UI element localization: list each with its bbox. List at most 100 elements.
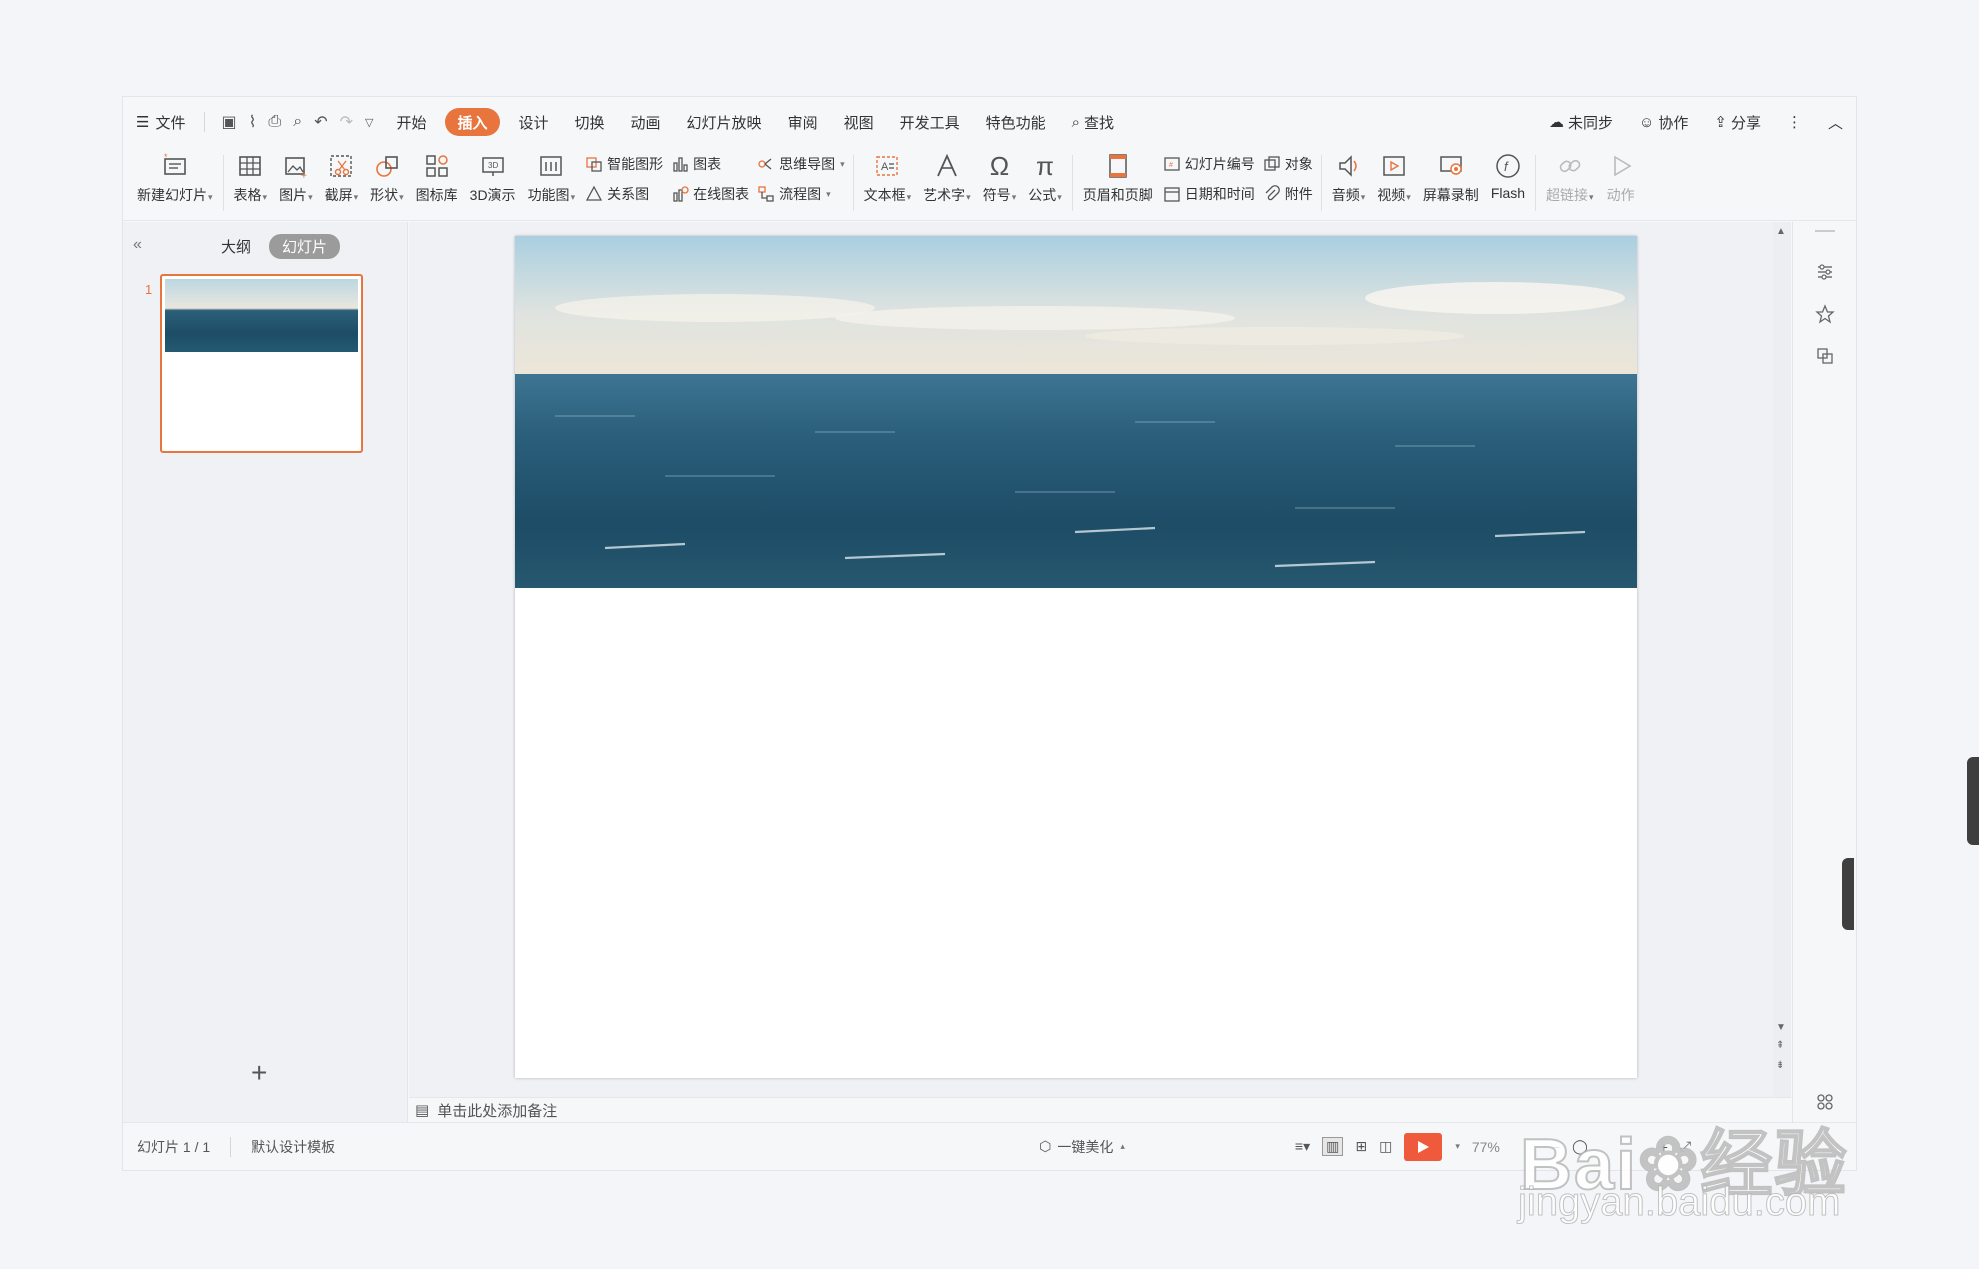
reading-view-icon[interactable]: ◫ bbox=[1379, 1138, 1392, 1155]
tab-insert[interactable]: 插入 bbox=[445, 108, 500, 136]
relation-button[interactable]: 关系图 bbox=[585, 183, 663, 205]
wordart-label: 艺术字 bbox=[923, 187, 966, 203]
slide-number-button[interactable]: # 幻灯片编号 bbox=[1163, 153, 1255, 175]
object-button[interactable]: 对象 bbox=[1263, 153, 1313, 175]
save-icon[interactable]: ▣ bbox=[221, 112, 236, 132]
notes-toggle-icon[interactable]: ≡▾ bbox=[1295, 1138, 1310, 1155]
collab-button[interactable]: ☺ 协作 bbox=[1626, 108, 1701, 136]
play-options-icon[interactable]: ▾ bbox=[1455, 1141, 1460, 1152]
add-slide-icon[interactable]: + bbox=[251, 1057, 267, 1089]
print-icon[interactable]: ⎙ bbox=[268, 113, 281, 131]
function-chart-button[interactable]: 功能图▾ bbox=[522, 147, 582, 205]
hyperlink-button[interactable]: 超链接▾ bbox=[1540, 147, 1600, 205]
tab-design[interactable]: 设计 bbox=[506, 108, 562, 136]
collapse-panel-icon[interactable]: « bbox=[133, 236, 142, 254]
apps-grid-icon[interactable] bbox=[1815, 1092, 1835, 1112]
screenshot-button[interactable]: 截屏▾ bbox=[319, 147, 365, 205]
new-slide-button[interactable]: * 新建幻灯片▾ bbox=[131, 147, 219, 205]
picture-button[interactable]: + 图片▾ bbox=[273, 147, 319, 205]
formula-button[interactable]: π 公式▾ bbox=[1022, 147, 1068, 205]
flowchart-button[interactable]: 流程图 ▾ bbox=[757, 183, 845, 205]
shape-button[interactable]: 形状▾ bbox=[364, 147, 410, 205]
zoom-slider-knob[interactable]: ◯ bbox=[1572, 1138, 1588, 1155]
slide-sorter-icon[interactable]: ⊞ bbox=[1355, 1138, 1367, 1155]
tab-review[interactable]: 审阅 bbox=[775, 108, 831, 136]
settings-sliders-icon[interactable] bbox=[1815, 262, 1835, 282]
svg-text:#: # bbox=[1169, 162, 1173, 169]
screenshot-label: 截屏 bbox=[324, 187, 353, 203]
undo-icon[interactable]: ↶ bbox=[314, 112, 327, 132]
tab-developer[interactable]: 开发工具 bbox=[887, 108, 973, 136]
3d-demo-label: 3D演示 bbox=[469, 187, 516, 203]
zoom-in-icon[interactable]: + bbox=[1660, 1139, 1668, 1155]
zoom-out-icon[interactable]: − bbox=[1552, 1139, 1560, 1155]
datetime-label: 日期和时间 bbox=[1184, 186, 1255, 202]
video-button[interactable]: 视频▾ bbox=[1371, 147, 1417, 205]
flash-button[interactable]: f Flash bbox=[1485, 147, 1531, 201]
beautify-label: 一键美化 bbox=[1057, 1138, 1114, 1155]
slides-panel: « 大纲 幻灯片 1 + bbox=[123, 222, 408, 1122]
table-button[interactable]: 表格▾ bbox=[228, 147, 274, 205]
file-menu[interactable]: ☰ 文件 bbox=[123, 108, 198, 136]
zoom-level[interactable]: 77% bbox=[1472, 1139, 1500, 1155]
play-slideshow-button[interactable] bbox=[1404, 1132, 1443, 1161]
menu-bar: ☰ 文件 ▣ ⌇ ⎙ ⌕ ↶ ↷ ▽ 开始 插入 设计 切换 动画 幻灯片放映 … bbox=[123, 97, 1856, 147]
edge-widget[interactable] bbox=[1842, 858, 1854, 930]
datetime-button[interactable]: 日期和时间 bbox=[1163, 183, 1255, 205]
normal-view-icon[interactable]: ▥ bbox=[1322, 1137, 1344, 1156]
transition-icon[interactable] bbox=[1815, 346, 1835, 366]
redo-icon[interactable]: ↷ bbox=[340, 112, 353, 132]
audio-button[interactable]: 音频▾ bbox=[1326, 147, 1372, 205]
print-preview-icon[interactable]: ⌕ bbox=[293, 113, 302, 131]
template-name[interactable]: 默认设计模板 bbox=[237, 1137, 349, 1157]
action-play-icon bbox=[1606, 151, 1636, 181]
share-icon: ⇪ bbox=[1714, 114, 1727, 131]
vertical-scrollbar[interactable]: ▲ ▼ ⇞ ⇟ bbox=[1773, 222, 1791, 1097]
fit-window-icon[interactable]: ⤢ bbox=[1680, 1138, 1691, 1155]
page-up-icon[interactable]: ⇞ bbox=[1776, 1040, 1784, 1051]
3d-demo-button[interactable]: 3D 3D演示 bbox=[464, 147, 522, 205]
tab-slides[interactable]: 幻灯片 bbox=[269, 234, 341, 259]
tab-transition[interactable]: 切换 bbox=[562, 108, 618, 136]
textbox-button[interactable]: A 文本框▾ bbox=[858, 147, 918, 205]
more-icon[interactable]: ⋮ bbox=[1774, 108, 1815, 136]
wordart-button[interactable]: 艺术字▾ bbox=[917, 147, 977, 205]
tab-slideshow[interactable]: 幻灯片放映 bbox=[674, 108, 775, 136]
attachment-label: 附件 bbox=[1284, 186, 1313, 202]
notes-bar[interactable]: ▤ 单击此处添加备注 bbox=[409, 1097, 1791, 1122]
slide-thumbnail[interactable] bbox=[160, 274, 363, 453]
scroll-up-icon[interactable]: ▲ bbox=[1776, 226, 1786, 237]
function-chart-label: 功能图 bbox=[527, 187, 570, 203]
online-chart-button[interactable]: 在线图表 bbox=[671, 183, 749, 205]
slide[interactable] bbox=[515, 236, 1637, 1078]
chart-button[interactable]: 图表 bbox=[671, 153, 749, 175]
collapse-ribbon-icon[interactable]: ︿ bbox=[1815, 108, 1856, 136]
mindmap-button[interactable]: 思维导图 ▾ bbox=[757, 153, 845, 175]
tab-view[interactable]: 视图 bbox=[831, 108, 887, 136]
smart-shape-button[interactable]: 智能图形 bbox=[585, 153, 663, 175]
search-button[interactable]: ⌕ 查找 bbox=[1059, 108, 1127, 136]
sync-button[interactable]: ☁ 未同步 bbox=[1536, 108, 1626, 136]
watermark-url: jingyan.baidu.com bbox=[1517, 1180, 1841, 1225]
beautify-button[interactable]: ⬡ 一键美化 ▴ bbox=[1039, 1137, 1125, 1157]
attachment-button[interactable]: 附件 bbox=[1263, 183, 1313, 205]
scroll-down-icon[interactable]: ▼ bbox=[1776, 1022, 1786, 1033]
screen-record-button[interactable]: 屏幕录制 bbox=[1417, 147, 1485, 205]
star-animation-icon[interactable] bbox=[1815, 304, 1835, 324]
picture-icon: + bbox=[281, 151, 311, 181]
tab-features[interactable]: 特色功能 bbox=[973, 108, 1059, 136]
customize-icon[interactable]: ▽ bbox=[365, 116, 373, 129]
tab-animation[interactable]: 动画 bbox=[618, 108, 674, 136]
share-button[interactable]: ⇪ 分享 bbox=[1701, 108, 1774, 136]
tab-outline[interactable]: 大纲 bbox=[213, 234, 259, 259]
ocean-image[interactable] bbox=[515, 236, 1637, 588]
format-painter-icon[interactable]: ⌇ bbox=[249, 112, 257, 132]
header-footer-button[interactable]: 页眉和页脚 bbox=[1077, 147, 1159, 205]
tab-home[interactable]: 开始 bbox=[383, 108, 439, 136]
action-button[interactable]: 动作 bbox=[1600, 147, 1642, 205]
paperclip-icon bbox=[1265, 185, 1280, 201]
edge-widget[interactable] bbox=[1967, 757, 1979, 845]
page-down-icon[interactable]: ⇟ bbox=[1776, 1060, 1784, 1071]
icon-library-button[interactable]: 图标库 bbox=[410, 147, 464, 205]
symbol-button[interactable]: Ω 符号▾ bbox=[977, 147, 1023, 205]
